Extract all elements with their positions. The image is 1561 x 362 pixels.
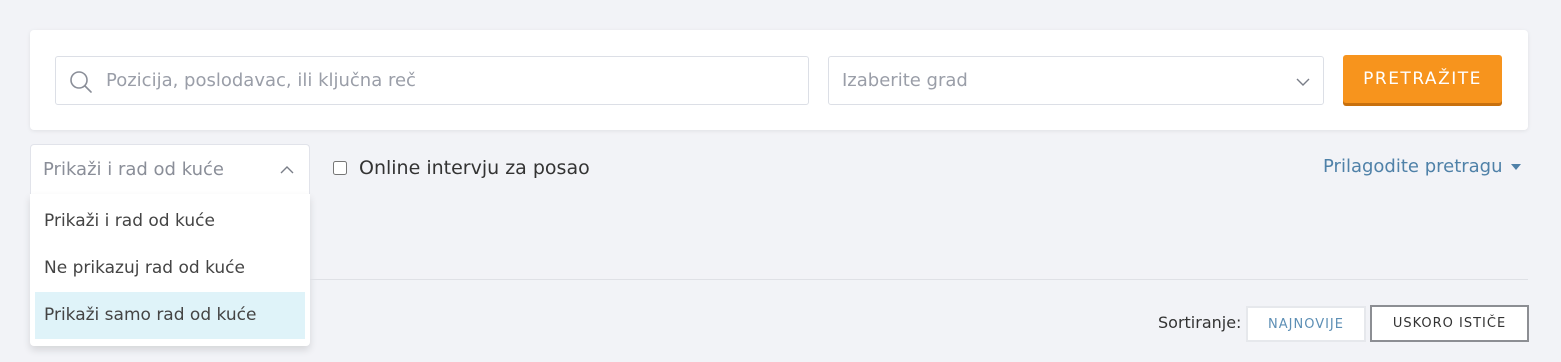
online-interview-label: Online intervju za posao: [359, 157, 590, 179]
customize-search-link[interactable]: Prilagodite pretragu: [1323, 156, 1521, 177]
sort-expiring-button[interactable]: USKORO ISTIČE: [1370, 305, 1529, 342]
search-card: Izaberite grad PRETRAŽITE: [30, 30, 1528, 130]
keyword-search-box[interactable]: [55, 56, 809, 105]
city-select-placeholder: Izaberite grad: [842, 70, 968, 91]
divider: [310, 279, 1528, 280]
chevron-up-icon: [280, 166, 294, 174]
dropdown-option-hide-remote[interactable]: Ne prikazuj rad od kuće: [35, 245, 305, 292]
search-icon: [70, 71, 92, 93]
keyword-search-input[interactable]: [106, 57, 796, 104]
online-interview-filter[interactable]: Online intervju za posao: [333, 156, 590, 180]
dropdown-option-show-remote[interactable]: Prikaži i rad od kuće: [35, 198, 305, 245]
city-select[interactable]: Izaberite grad: [828, 56, 1324, 105]
sort-label: Sortiranje:: [1158, 313, 1242, 332]
remote-work-select[interactable]: Prikaži i rad od kuće: [30, 144, 310, 194]
search-button[interactable]: PRETRAŽITE: [1343, 55, 1502, 103]
sort-newest-button[interactable]: NAJNOVIJE: [1246, 306, 1366, 342]
caret-down-icon: [1510, 163, 1521, 170]
chevron-down-icon: [1296, 78, 1310, 86]
remote-work-dropdown-menu: Prikaži i rad od kuće Ne prikazuj rad od…: [30, 194, 310, 346]
customize-search-label: Prilagodite pretragu: [1323, 156, 1503, 177]
remote-work-selected-value: Prikaži i rad od kuće: [43, 159, 224, 180]
online-interview-checkbox[interactable]: [333, 161, 347, 175]
dropdown-option-only-remote[interactable]: Prikaži samo rad od kuće: [35, 292, 305, 339]
